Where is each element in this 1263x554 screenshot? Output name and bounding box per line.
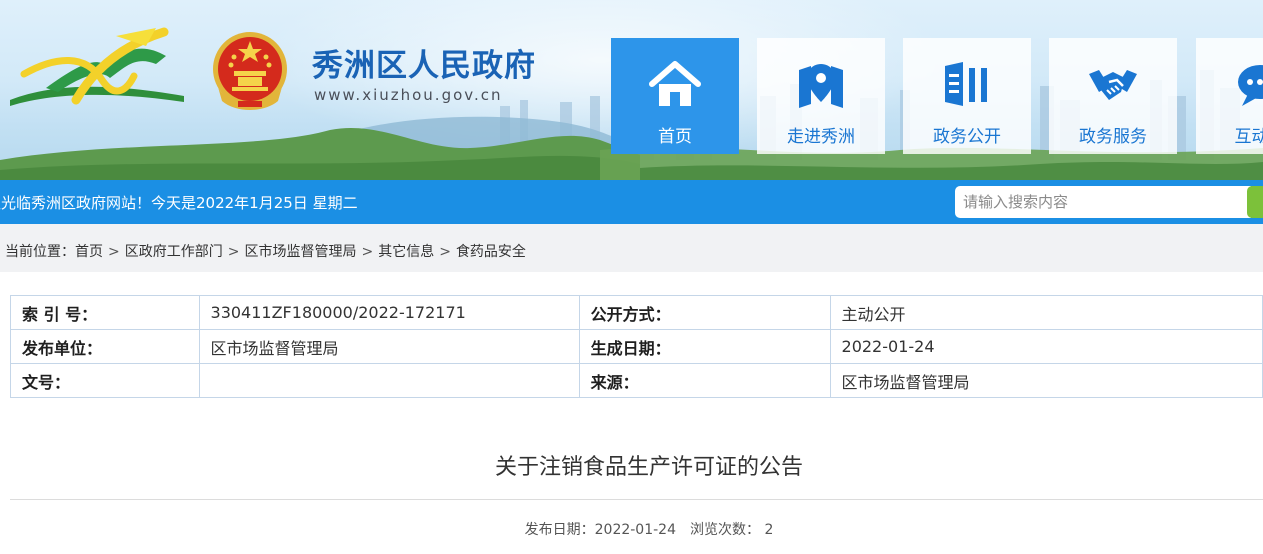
header-banner: 秀洲区人民政府 www.xiuzhou.gov.cn 首页 走进秀洲 政务公开 … (0, 0, 1263, 180)
breadcrumb-link-departments[interactable]: 区政府工作部门 (125, 244, 223, 260)
nav-label-about: 走进秀洲 (787, 127, 855, 147)
welcome-bar: 迎光临秀洲区政府网站！今天是2022年1月25日 星期二 (0, 180, 1263, 224)
nav-item-interact[interactable]: 互动交 (1196, 38, 1263, 154)
article-meta: 发布日期：2022-01-24 浏览次数： 2 (0, 519, 1263, 539)
publisher-value: 区市场监督管理局 (198, 329, 580, 364)
site-title: 秀洲区人民政府 (312, 48, 536, 84)
doc-number-value (198, 363, 580, 398)
views-count: 2 (764, 522, 774, 538)
doc-number-label: 文号： (10, 363, 200, 398)
nav-label-home: 首页 (658, 127, 692, 147)
title-divider (10, 499, 1263, 500)
breadcrumb-link-food-drug[interactable]: 食药品安全 (456, 244, 526, 260)
site-url: www.xiuzhou.gov.cn (314, 86, 503, 104)
views-label: 浏览次数： (690, 522, 760, 538)
breadcrumb-separator: > (227, 244, 240, 260)
nav-item-home[interactable]: 首页 (611, 38, 739, 154)
chat-icon (1238, 65, 1263, 106)
nav-label-open-gov: 政务公开 (933, 127, 1001, 147)
publish-date-label: 发布日期： (524, 522, 595, 538)
index-no-label: 索 引 号： (10, 295, 200, 330)
table-row: 文号： 来源： 区市场监督管理局 (10, 363, 1263, 398)
article-title: 关于注销食品生产许可证的公告 (494, 455, 803, 480)
document-info-table: 索 引 号： 330411ZF180000/2022-172171 公开方式： … (10, 295, 1263, 398)
breadcrumb-link-other-info[interactable]: 其它信息 (378, 244, 434, 260)
index-no-value: 330411ZF180000/2022-172171 (198, 295, 580, 330)
nav-item-about[interactable]: 走进秀洲 (757, 38, 885, 154)
nav-label-services: 政务服务 (1079, 127, 1147, 147)
map-pin-icon (799, 64, 843, 108)
search-button[interactable] (1247, 186, 1263, 218)
national-emblem (213, 32, 287, 110)
breadcrumb-link-home[interactable]: 首页 (75, 244, 103, 260)
breadcrumb-bar: 当前位置：首页 > 区政府工作部门 > 区市场监督管理局 > 其它信息 > 食药品安全 (0, 224, 1263, 272)
xiuzhou-logo (10, 27, 184, 106)
handshake-icon (1089, 70, 1137, 100)
disclosure-method-label: 公开方式： (578, 295, 831, 330)
source-value: 区市场监督管理局 (829, 363, 1263, 398)
breadcrumb-separator: > (361, 244, 374, 260)
publish-date-value: 2022-01-24 (594, 522, 676, 538)
breadcrumb-prefix: 当前位置： (5, 244, 75, 260)
source-label: 来源： (578, 363, 831, 398)
search-input[interactable] (955, 186, 1251, 218)
breadcrumb: 当前位置：首页 > 区政府工作部门 > 区市场监督管理局 > 其它信息 > 食药品安全 (5, 241, 526, 261)
publisher-label: 发布单位： (10, 329, 200, 364)
nav-item-open-gov[interactable]: 政务公开 (903, 38, 1031, 154)
home-icon (649, 61, 701, 106)
disclosure-method-value: 主动公开 (829, 295, 1263, 330)
nav-label-interact: 互动交 (1234, 127, 1263, 147)
generated-date-value: 2022-01-24 (829, 329, 1263, 364)
nav-item-services[interactable]: 政务服务 (1049, 38, 1177, 154)
generated-date-label: 生成日期： (578, 329, 831, 364)
table-row: 发布单位： 区市场监督管理局 生成日期： 2022-01-24 (10, 329, 1263, 364)
table-row: 索 引 号： 330411ZF180000/2022-172171 公开方式： … (10, 295, 1263, 330)
welcome-text: 迎光临秀洲区政府网站！今天是2022年1月25日 星期二 (0, 194, 358, 212)
breadcrumb-link-market-bureau[interactable]: 区市场监督管理局 (244, 244, 356, 260)
breadcrumb-separator: > (439, 244, 451, 260)
document-icon (945, 62, 987, 106)
breadcrumb-separator: > (108, 244, 120, 260)
